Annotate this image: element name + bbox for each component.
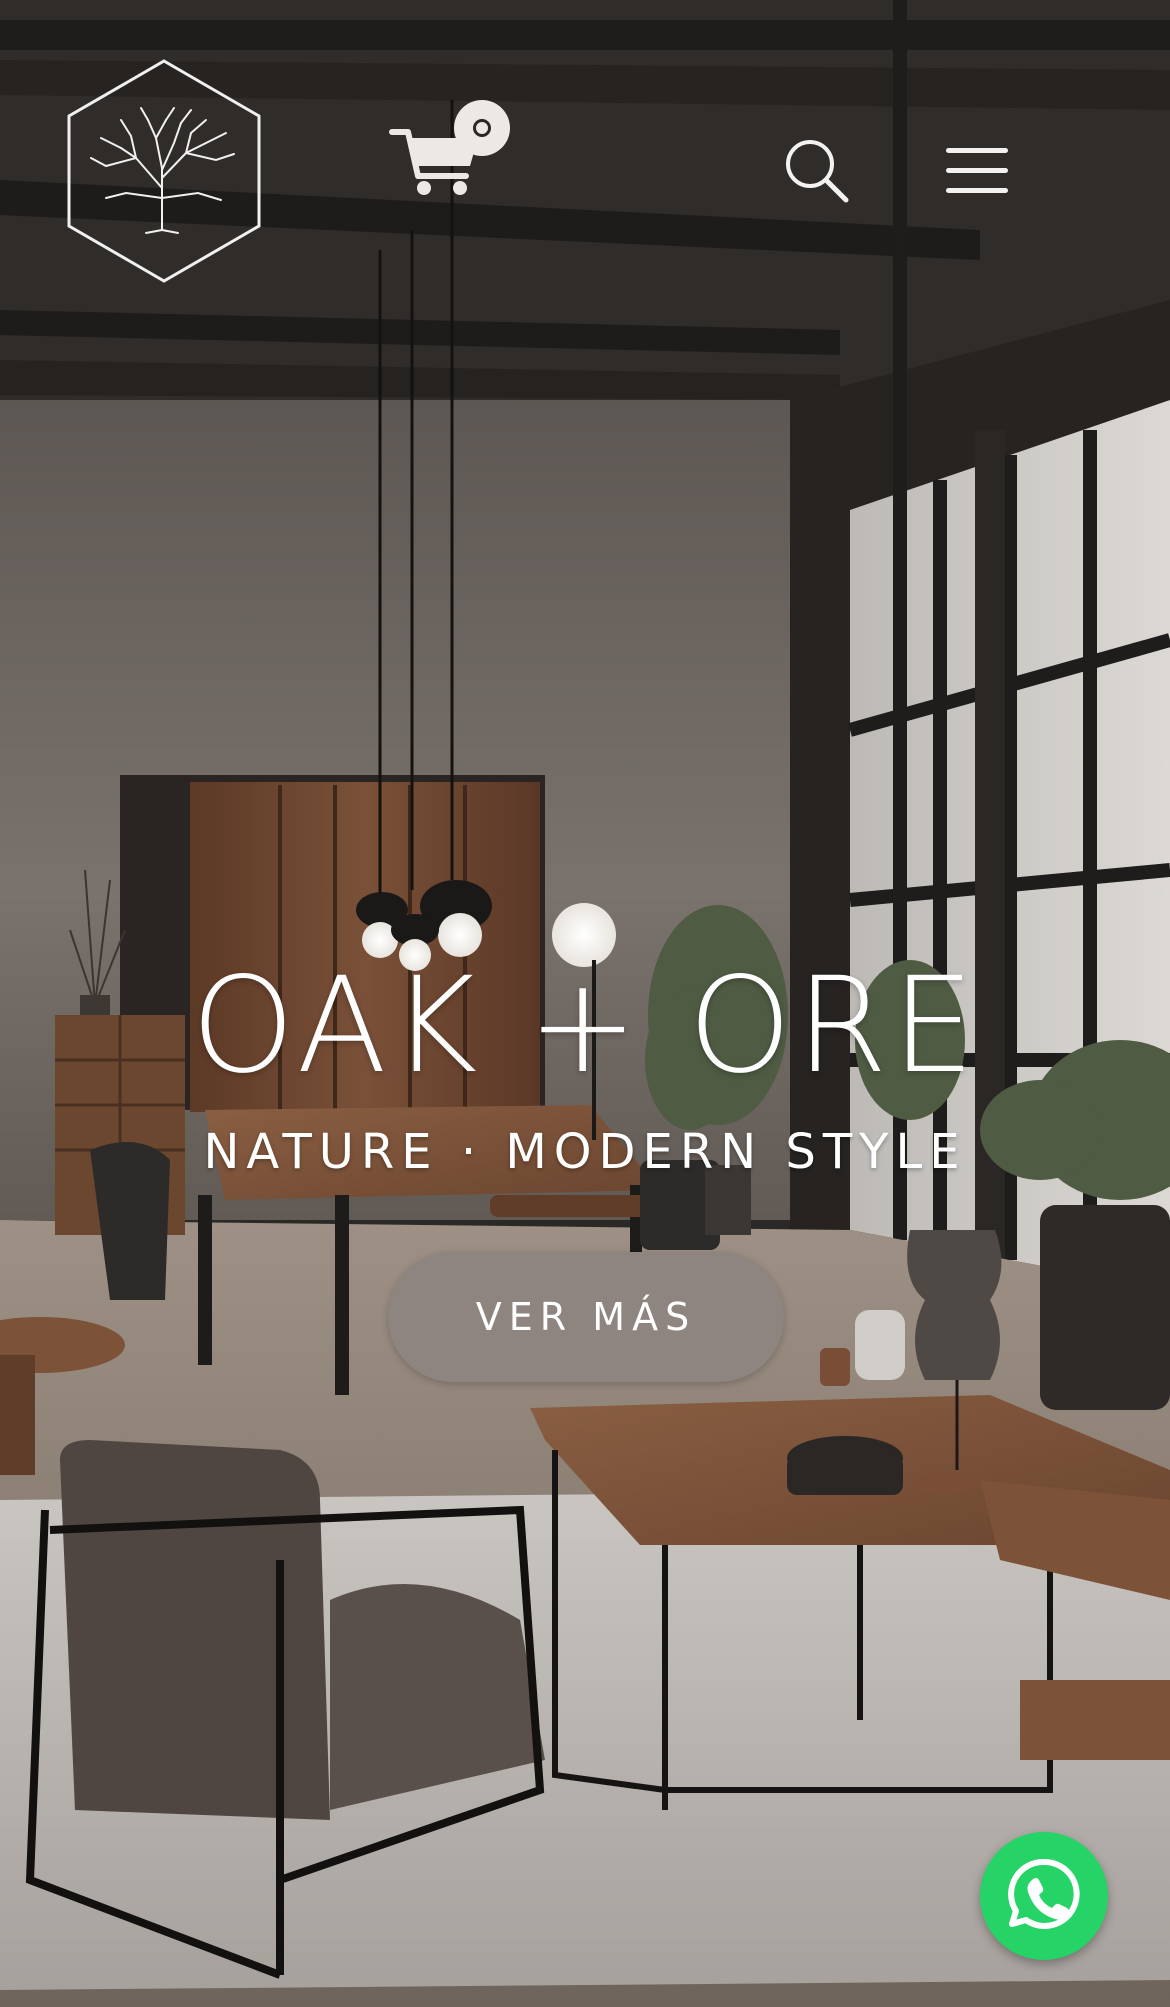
menu-line bbox=[946, 188, 1008, 193]
whatsapp-icon bbox=[1008, 1858, 1080, 1929]
shopping-cart-button[interactable]: 0 bbox=[388, 100, 514, 200]
page: 0 OAK + ORE NATURE · MODERN STYLE VER MÁ… bbox=[0, 0, 1170, 2007]
cart-count: 0 bbox=[473, 119, 491, 137]
brand-title: OAK + ORE bbox=[191, 949, 979, 1103]
hamburger-menu-button[interactable] bbox=[946, 148, 1008, 194]
see-more-button[interactable]: VER MÁS bbox=[388, 1252, 784, 1382]
search-icon bbox=[786, 140, 849, 203]
menu-line bbox=[946, 168, 1008, 173]
whatsapp-button[interactable] bbox=[980, 1832, 1108, 1960]
brand-tagline: NATURE · MODERN STYLE bbox=[203, 1124, 967, 1180]
cart-count-badge: 0 bbox=[454, 100, 510, 156]
hamburger-menu-icon bbox=[946, 148, 1008, 153]
hexagon-tree-logo[interactable] bbox=[66, 58, 262, 284]
search-button[interactable] bbox=[784, 138, 850, 204]
